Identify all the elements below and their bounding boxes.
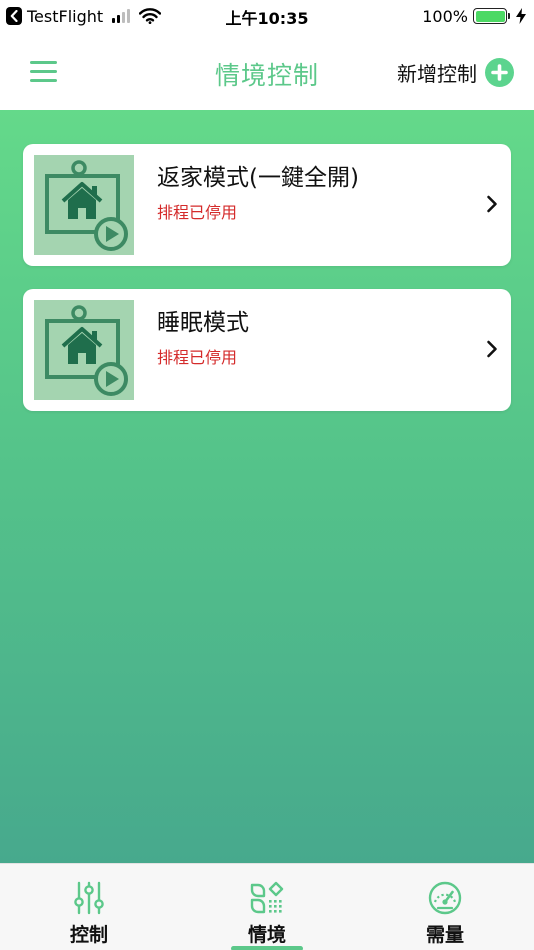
tab-label: 控制 <box>69 924 108 946</box>
menu-icon-line <box>30 60 57 64</box>
scene-card-home[interactable]: 返家模式(一鍵全開) 排程已停用 <box>23 144 511 266</box>
scene-thumbnail <box>34 300 134 400</box>
scene-list: 返家模式(一鍵全開) 排程已停用 睡眠模式 排程已停用 <box>0 110 534 863</box>
chevron-right-icon <box>487 340 497 358</box>
menu-button[interactable] <box>30 56 66 86</box>
battery-fill <box>475 10 505 22</box>
menu-icon-line <box>30 78 57 82</box>
tab-scene[interactable]: 情境 <box>178 864 356 950</box>
tab-control[interactable]: 控制 <box>0 864 178 950</box>
status-bar: TestFlight 上午10:35 100% <box>0 0 534 32</box>
scene-name: 返家模式(一鍵全開) <box>157 165 359 191</box>
tab-label: 情境 <box>247 924 286 946</box>
scene-card-sleep[interactable]: 睡眠模式 排程已停用 <box>23 289 511 411</box>
home-scene-icon <box>45 160 128 251</box>
tab-bar: 控制 情境 需量 <box>0 863 534 950</box>
home-scene-icon <box>45 305 128 396</box>
chevron-right-icon <box>487 195 497 213</box>
battery-percent: 100% <box>422 6 468 26</box>
scene-thumbnail <box>34 155 134 255</box>
menu-icon-line <box>30 69 57 73</box>
battery-icon <box>473 8 510 24</box>
sliders-icon <box>74 881 104 915</box>
tab-demand[interactable]: 需量 <box>356 864 534 950</box>
tab-label: 需量 <box>425 924 464 946</box>
nav-bar: 情境控制 新增控制 <box>0 32 534 110</box>
scene-name: 睡眠模式 <box>157 310 249 336</box>
gauge-icon <box>428 881 462 915</box>
scene-schedule-status: 排程已停用 <box>157 348 238 367</box>
plus-circle-icon <box>485 57 514 87</box>
add-control-button[interactable]: 新增控制 <box>397 56 514 88</box>
tab-selected-indicator <box>231 946 303 950</box>
add-control-label: 新增控制 <box>397 61 477 86</box>
charging-bolt-icon <box>516 8 526 24</box>
scene-schedule-status: 排程已停用 <box>157 203 238 222</box>
scene-icon <box>250 881 284 914</box>
status-right: 100% <box>422 5 526 27</box>
